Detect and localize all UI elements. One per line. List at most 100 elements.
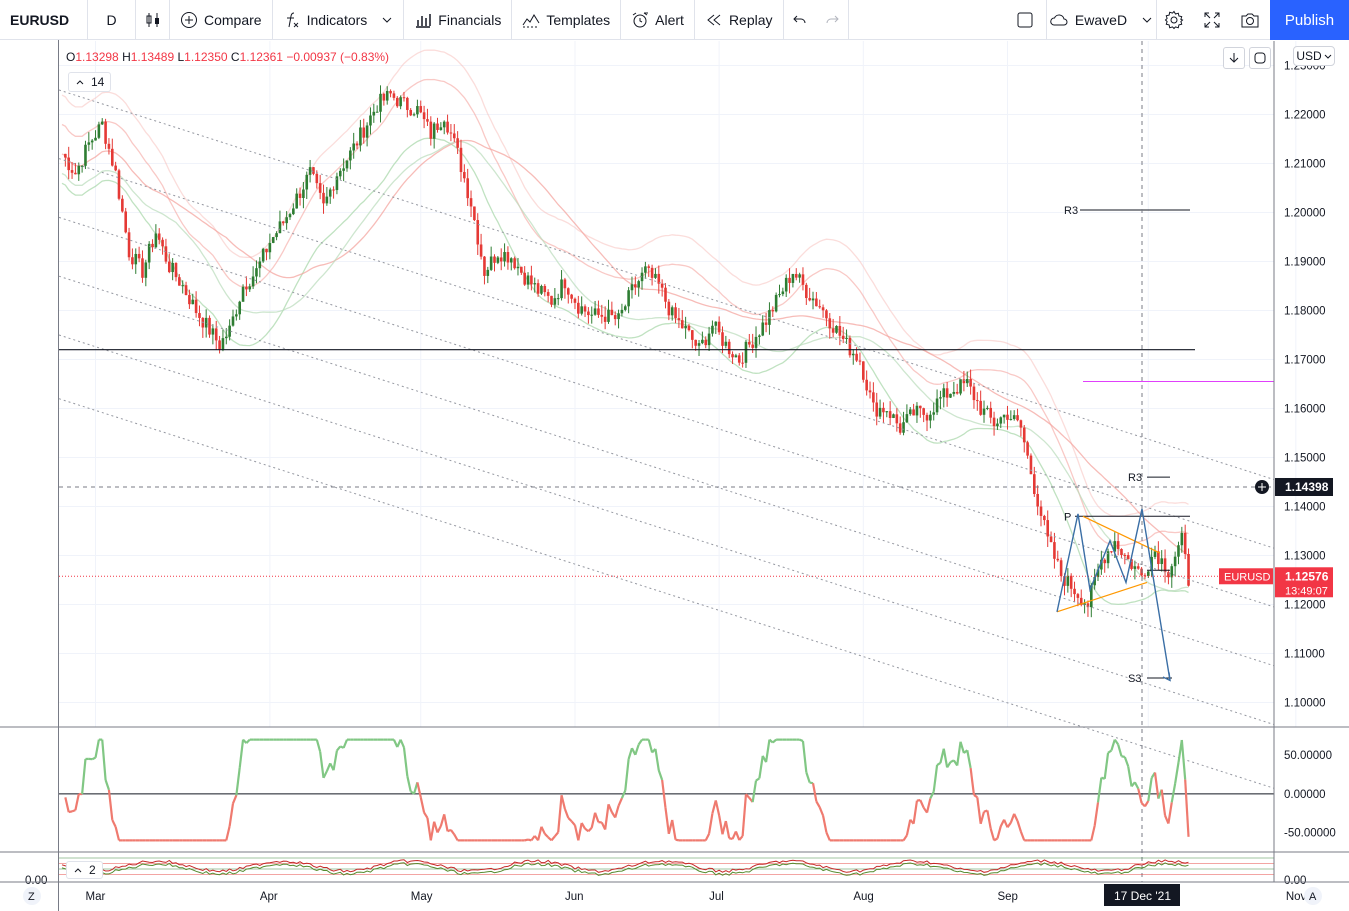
- candle-body: [815, 298, 818, 307]
- oscillator-segment: [450, 829, 456, 836]
- candle-body: [875, 402, 879, 417]
- studies-toggle[interactable]: 14: [68, 72, 112, 92]
- candle-body: [328, 189, 332, 197]
- candle-body: [322, 192, 325, 204]
- candle-body: [131, 257, 134, 265]
- channel-line[interactable]: [58, 216, 1275, 608]
- candle-body: [1056, 558, 1060, 561]
- candle-body: [426, 119, 429, 122]
- oscillator-segment: [429, 821, 436, 841]
- candle-body: [1002, 414, 1006, 418]
- oscillator-segment: [567, 817, 573, 823]
- candle-body: [110, 148, 114, 166]
- oscillator-segment: [584, 827, 590, 833]
- candle-body: [724, 341, 728, 346]
- candle-body: [764, 322, 768, 325]
- candle-body: [486, 269, 490, 276]
- scroll-down-button[interactable]: [1223, 47, 1245, 69]
- candle-body: [734, 355, 738, 358]
- auto-scale-text: A: [1309, 891, 1317, 903]
- price-tick-label: 1.10000: [1284, 698, 1326, 710]
- oscillator-segment: [714, 800, 721, 816]
- candle-body: [255, 268, 258, 277]
- candle-body: [986, 407, 989, 409]
- channel-line[interactable]: [58, 158, 1275, 549]
- oscillator-segment: [71, 809, 76, 813]
- candle-body: [355, 143, 359, 146]
- candle-body: [439, 127, 443, 130]
- candle-body: [714, 321, 718, 326]
- candle-body: [395, 97, 399, 107]
- candle-body: [580, 306, 583, 314]
- candle-body: [825, 310, 828, 319]
- candle-body: [382, 93, 386, 101]
- oscillator-segment: [1090, 825, 1096, 841]
- candle-body: [617, 313, 620, 320]
- oscillator-segment: [724, 820, 731, 839]
- candle-body: [784, 277, 788, 292]
- candle-body: [121, 198, 124, 212]
- oscillator-segment: [946, 761, 952, 769]
- oscillator-segment: [74, 793, 80, 811]
- candle-body: [865, 379, 868, 391]
- lower-studies-toggle[interactable]: 2: [66, 861, 103, 879]
- channel-line[interactable]: [58, 89, 1275, 481]
- candle-body: [1043, 515, 1046, 521]
- candle-body: [1029, 455, 1033, 475]
- candle-body: [174, 262, 178, 278]
- candle-body: [868, 390, 872, 393]
- oscillator-segment: [734, 831, 741, 841]
- chart-canvas[interactable]: R3 R3 P S3 50.00000 0.00000 -50.00000 0.00 0.00…: [0, 0, 1349, 911]
- oscillator-segment: [1184, 779, 1190, 837]
- oscillator-segment: [912, 800, 919, 824]
- oscillator-segment: [1016, 820, 1022, 832]
- candle-body: [258, 261, 262, 269]
- channel-line[interactable]: [58, 334, 1275, 726]
- oscillator-segment: [718, 815, 724, 835]
- high-value: 1.13489: [130, 50, 175, 64]
- candle-body: [305, 174, 309, 190]
- oscillator-segment: [956, 741, 962, 766]
- candle-body: [292, 208, 295, 215]
- candle-body: [489, 256, 493, 270]
- candle-body: [506, 252, 510, 263]
- candle-body: [919, 405, 922, 409]
- oscillator-segment: [966, 750, 972, 769]
- candle-body: [107, 143, 111, 149]
- oscillator-segment: [114, 826, 121, 841]
- candle-body: [496, 257, 500, 263]
- oscillator-segment: [1174, 762, 1180, 784]
- oscillator-segment: [627, 747, 634, 760]
- candle-body: [610, 309, 614, 316]
- oscillator-segment: [1113, 738, 1120, 746]
- candle-body: [727, 341, 731, 355]
- candle-body: [972, 386, 976, 401]
- oscillator-segment: [453, 833, 459, 841]
- candle-body: [650, 267, 654, 278]
- candle-body: [707, 333, 711, 346]
- candle-body: [385, 90, 389, 101]
- candle-body: [499, 257, 503, 262]
- oscillator-segment: [932, 764, 939, 792]
- level-label-s3: S3: [1128, 673, 1141, 685]
- candle-body: [318, 183, 322, 193]
- candle-body: [553, 298, 557, 305]
- currency-select[interactable]: USD: [1293, 46, 1335, 66]
- candle-body: [533, 283, 537, 285]
- candle-body: [905, 414, 909, 423]
- candle-body: [1170, 566, 1174, 578]
- candle-body: [181, 285, 184, 287]
- oscillator-segment: [1180, 739, 1187, 780]
- candle-body: [285, 217, 288, 224]
- oscillator-segment: [580, 822, 586, 830]
- candle-body: [805, 284, 808, 299]
- candle-body: [754, 336, 758, 348]
- candle-body: [1066, 575, 1070, 586]
- candle-body: [1006, 414, 1009, 420]
- oscillator-segment: [1013, 813, 1019, 822]
- candle-body: [590, 314, 594, 316]
- oscillator-segment: [708, 813, 714, 834]
- reset-chart-button[interactable]: [1249, 47, 1271, 69]
- candle-body: [74, 172, 77, 175]
- candle-body: [117, 170, 121, 199]
